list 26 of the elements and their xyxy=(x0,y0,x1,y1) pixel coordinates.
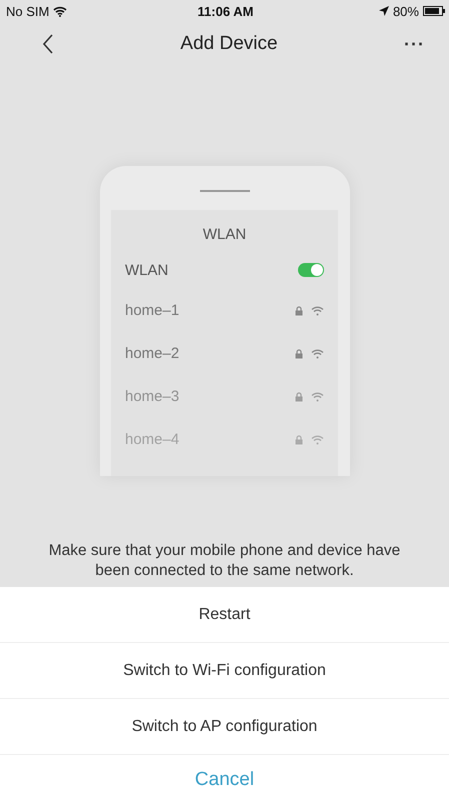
lock-icon xyxy=(295,306,303,316)
network-name: home–4 xyxy=(125,431,180,448)
lock-icon xyxy=(295,434,303,444)
wifi-icon xyxy=(311,392,324,402)
wifi-icon xyxy=(311,306,324,316)
instruction-text: Make sure that your mobile phone and device have been connected to the same network. xyxy=(48,541,402,581)
wlan-label: WLAN xyxy=(125,262,168,278)
page-title: Add Device xyxy=(180,33,278,55)
network-name: home–1 xyxy=(125,302,180,319)
location-arrow-icon xyxy=(378,6,389,16)
wlan-toggle[interactable] xyxy=(298,263,324,277)
battery-percent: 80% xyxy=(392,4,419,18)
lock-icon xyxy=(295,392,303,402)
carrier-text: No SIM xyxy=(6,4,50,18)
wifi-icon xyxy=(53,6,68,16)
network-name: home–3 xyxy=(125,388,180,405)
wifi-icon xyxy=(311,348,324,358)
wlan-title: WLAN xyxy=(202,226,246,243)
network-name: home–2 xyxy=(125,345,180,362)
more-button[interactable]: ··· xyxy=(404,34,425,54)
back-icon[interactable] xyxy=(42,34,54,54)
status-time: 11:06 AM xyxy=(198,4,254,18)
speaker-line xyxy=(200,190,250,192)
wifi-icon xyxy=(311,434,324,444)
lock-icon xyxy=(295,348,303,358)
battery-icon xyxy=(422,6,445,16)
